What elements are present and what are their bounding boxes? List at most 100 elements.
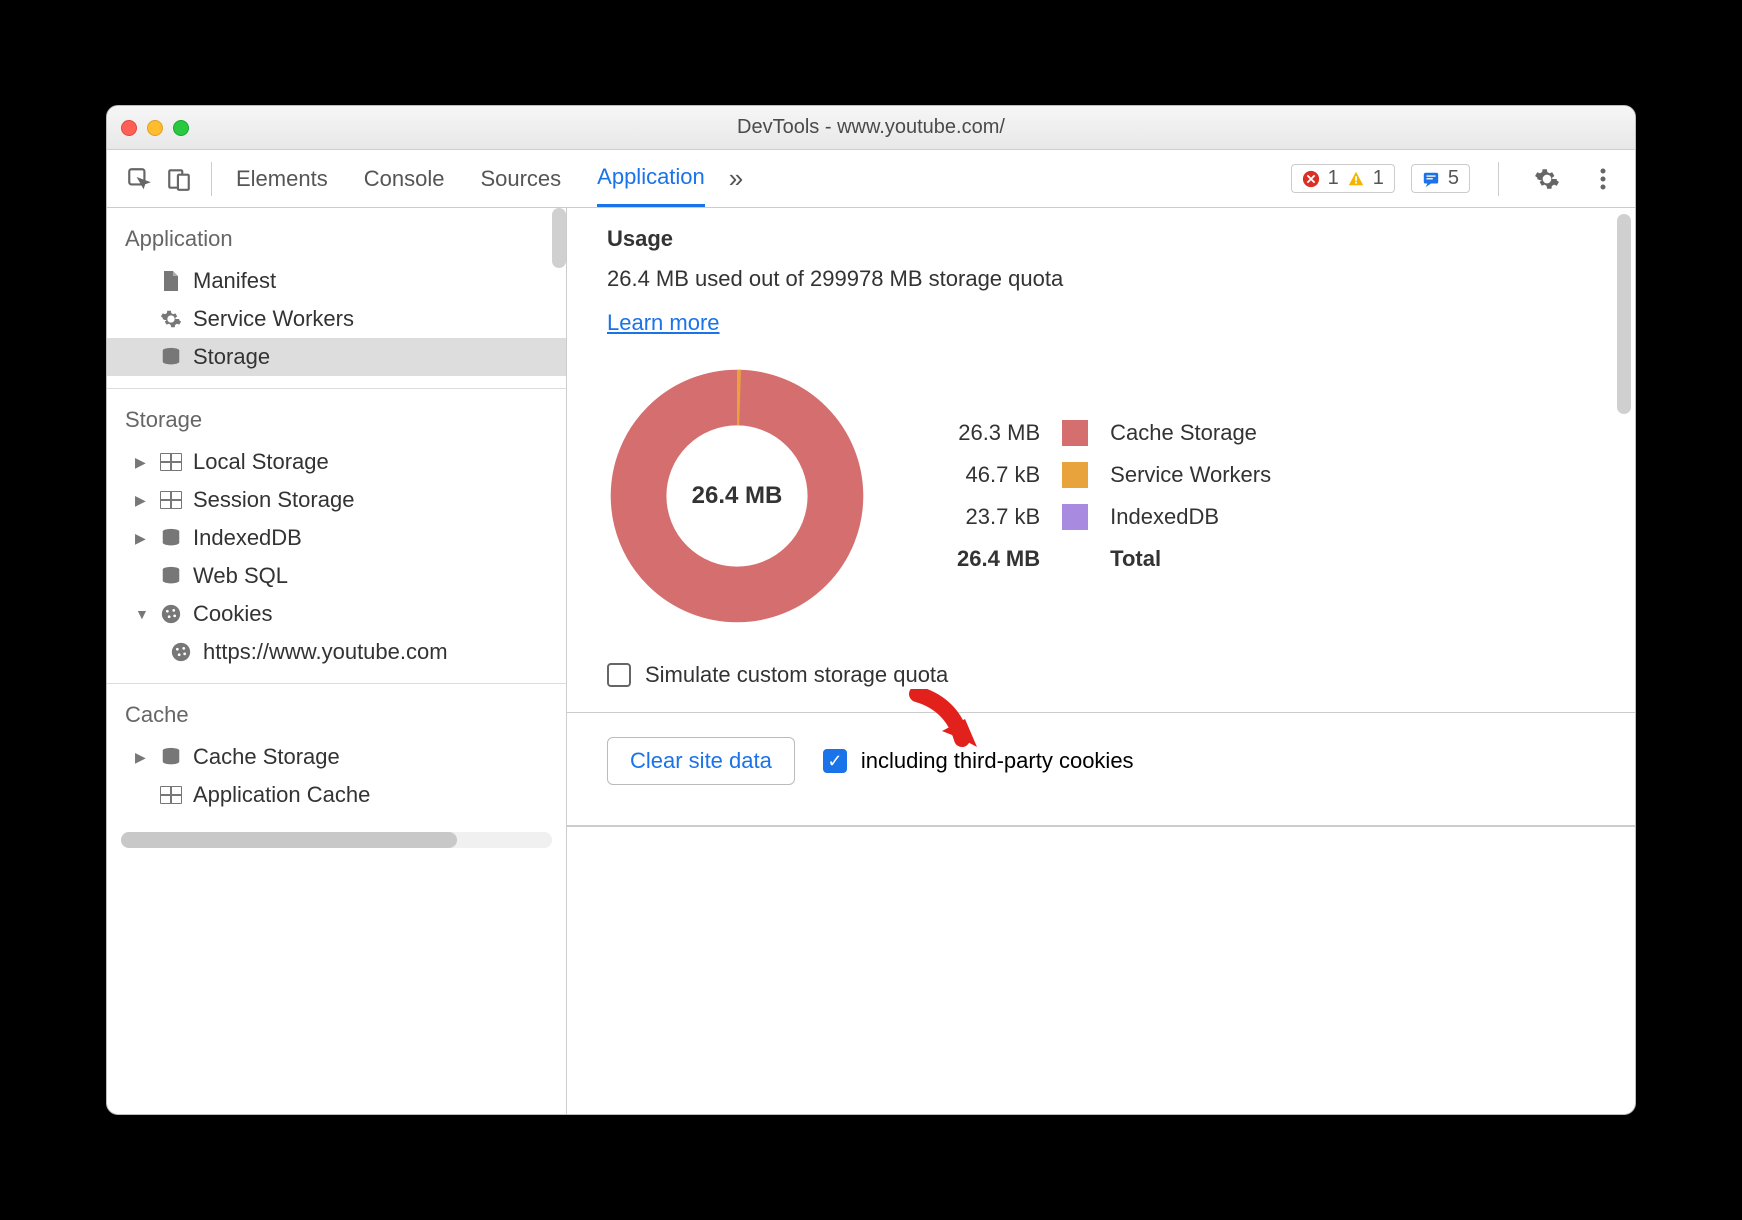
document-icon xyxy=(159,269,183,293)
sidebar-item-storage[interactable]: Storage xyxy=(107,338,566,376)
cookie-icon xyxy=(169,640,193,664)
sidebar-item-manifest[interactable]: Manifest xyxy=(107,262,566,300)
tab-sources[interactable]: Sources xyxy=(480,150,561,207)
sidebar-item-label: Cookies xyxy=(193,601,272,627)
third-party-cookies-checkbox[interactable]: ✓ xyxy=(823,749,847,773)
sidebar-section-storage: Storage ▶ Local Storage ▶ Session Storag… xyxy=(107,389,566,684)
settings-icon[interactable] xyxy=(1527,159,1567,199)
tabs-overflow-icon[interactable]: » xyxy=(729,163,743,194)
inspect-element-icon[interactable] xyxy=(119,159,159,199)
learn-more-link[interactable]: Learn more xyxy=(607,310,720,335)
sidebar-item-local-storage[interactable]: ▶ Local Storage xyxy=(107,443,566,481)
usage-summary: 26.4 MB used out of 299978 MB storage qu… xyxy=(607,266,1595,292)
error-count: 1 xyxy=(1328,167,1339,190)
toolbar-right: 1 1 5 xyxy=(1291,159,1623,199)
chevron-right-icon: ▶ xyxy=(135,530,149,547)
chevron-down-icon: ▼ xyxy=(135,606,149,622)
legend-swatch xyxy=(1062,462,1088,488)
warning-icon xyxy=(1347,170,1365,188)
database-icon xyxy=(159,564,183,588)
main-vscroll-thumb[interactable] xyxy=(1617,214,1631,414)
console-status-errors-warnings[interactable]: 1 1 xyxy=(1291,164,1395,193)
sidebar-item-label: Manifest xyxy=(193,268,276,294)
database-icon xyxy=(159,745,183,769)
panel-tabs: Elements Console Sources Application xyxy=(236,150,705,207)
third-party-cookies-label: including third-party cookies xyxy=(861,748,1134,774)
separator xyxy=(211,162,212,196)
separator xyxy=(1498,162,1499,196)
device-toolbar-icon[interactable] xyxy=(159,159,199,199)
usage-legend: 26.3 MB Cache Storage 46.7 kB Service Wo… xyxy=(957,420,1271,572)
sidebar-item-websql[interactable]: Web SQL xyxy=(107,557,566,595)
sidebar-item-label: Storage xyxy=(193,344,270,370)
sidebar-vscroll-thumb[interactable] xyxy=(552,208,566,268)
chevron-right-icon: ▶ xyxy=(135,749,149,766)
kebab-menu-icon[interactable] xyxy=(1583,159,1623,199)
sidebar-item-label: Service Workers xyxy=(193,306,354,332)
tab-elements[interactable]: Elements xyxy=(236,150,328,207)
database-icon xyxy=(159,526,183,550)
sidebar-heading: Cache xyxy=(107,694,566,738)
error-icon xyxy=(1302,170,1320,188)
legend-swatch xyxy=(1062,504,1088,530)
gear-icon xyxy=(159,307,183,331)
simulate-quota-row: Simulate custom storage quota xyxy=(607,662,1595,688)
legend-name: IndexedDB xyxy=(1110,504,1271,530)
sidebar-item-cookie-origin[interactable]: https://www.youtube.com xyxy=(107,633,566,671)
usage-donut-chart: 26.4 MB xyxy=(607,366,867,626)
devtools-toolbar: Elements Console Sources Application » 1… xyxy=(107,150,1635,208)
console-status-messages[interactable]: 5 xyxy=(1411,164,1470,193)
table-icon xyxy=(159,488,183,512)
clear-site-data-button[interactable]: Clear site data xyxy=(607,737,795,785)
sidebar-item-label: Web SQL xyxy=(193,563,288,589)
legend-name: Service Workers xyxy=(1110,462,1271,488)
simulate-quota-label: Simulate custom storage quota xyxy=(645,662,948,688)
sidebar-item-label: Local Storage xyxy=(193,449,329,475)
chevron-right-icon: ▶ xyxy=(135,454,149,471)
sidebar-heading: Storage xyxy=(107,399,566,443)
sidebar-item-cache-storage[interactable]: ▶ Cache Storage xyxy=(107,738,566,776)
sidebar-section-application: Application Manifest Service Workers Sto… xyxy=(107,208,566,389)
sidebar-item-label: Cache Storage xyxy=(193,744,340,770)
message-count: 5 xyxy=(1448,167,1459,190)
warning-count: 1 xyxy=(1373,167,1384,190)
legend-swatch xyxy=(1062,420,1088,446)
content: Application Manifest Service Workers Sto… xyxy=(107,208,1635,1114)
sidebar-item-label: IndexedDB xyxy=(193,525,302,551)
legend-size: 26.3 MB xyxy=(957,420,1040,446)
sidebar-item-label: Session Storage xyxy=(193,487,354,513)
legend-size: 46.7 kB xyxy=(957,462,1040,488)
database-icon xyxy=(159,345,183,369)
legend-size: 23.7 kB xyxy=(957,504,1040,530)
sidebar-hscroll-thumb[interactable] xyxy=(121,832,457,848)
chevron-right-icon: ▶ xyxy=(135,492,149,509)
legend-total-size: 26.4 MB xyxy=(957,546,1040,572)
sidebar-item-cookies[interactable]: ▼ Cookies xyxy=(107,595,566,633)
clear-data-row: Clear site data ✓ including third-party … xyxy=(567,713,1635,826)
sidebar-section-cache: Cache ▶ Cache Storage Application Cache xyxy=(107,684,566,826)
usage-donut-center: 26.4 MB xyxy=(607,366,867,626)
message-icon xyxy=(1422,170,1440,188)
simulate-quota-checkbox[interactable] xyxy=(607,663,631,687)
table-icon xyxy=(159,450,183,474)
legend-total-label: Total xyxy=(1110,546,1271,572)
sidebar-hscrollbar[interactable] xyxy=(121,832,552,848)
sidebar-item-label: Application Cache xyxy=(193,782,370,808)
sidebar-item-application-cache[interactable]: Application Cache xyxy=(107,776,566,814)
devtools-window: DevTools - www.youtube.com/ Elements Con… xyxy=(106,105,1636,1115)
tab-application[interactable]: Application xyxy=(597,150,705,207)
sidebar-item-session-storage[interactable]: ▶ Session Storage xyxy=(107,481,566,519)
usage-section: Usage 26.4 MB used out of 299978 MB stor… xyxy=(567,208,1635,713)
usage-chart-row: 26.4 MB 26.3 MB Cache Storage 46.7 kB Se… xyxy=(607,366,1595,626)
panel-footer xyxy=(567,826,1635,866)
tab-console[interactable]: Console xyxy=(364,150,445,207)
table-icon xyxy=(159,783,183,807)
application-sidebar: Application Manifest Service Workers Sto… xyxy=(107,208,567,1114)
sidebar-item-indexeddb[interactable]: ▶ IndexedDB xyxy=(107,519,566,557)
sidebar-item-service-workers[interactable]: Service Workers xyxy=(107,300,566,338)
sidebar-heading: Application xyxy=(107,218,566,262)
cookie-icon xyxy=(159,602,183,626)
legend-name: Cache Storage xyxy=(1110,420,1271,446)
titlebar: DevTools - www.youtube.com/ xyxy=(107,106,1635,150)
storage-panel: Usage 26.4 MB used out of 299978 MB stor… xyxy=(567,208,1635,1114)
